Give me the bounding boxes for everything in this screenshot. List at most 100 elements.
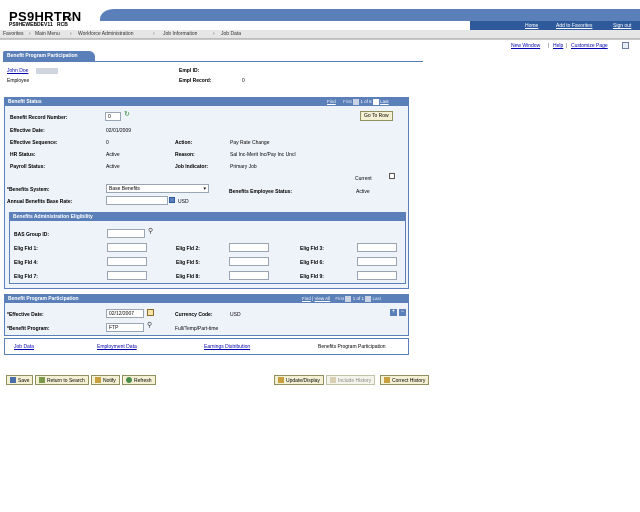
breadcrumb-favorites[interactable]: Favorites <box>3 31 24 37</box>
refresh-icon <box>126 377 132 383</box>
elig-fld-5-input[interactable] <box>229 257 269 266</box>
breadcrumb-job-data[interactable]: Job Data <box>221 31 241 37</box>
last-label: Last <box>372 296 382 302</box>
elig-fld-9-label: Elig Fld 9: <box>300 274 324 280</box>
bas-group-id-label: BAS Group ID: <box>14 232 49 238</box>
last-link[interactable]: Last <box>380 99 389 104</box>
currency-value: USD <box>178 199 189 205</box>
return-icon <box>39 377 45 383</box>
effective-sequence-value: 0 <box>106 140 109 146</box>
elig-fld-1-label: Elig Fld 1: <box>14 246 38 252</box>
save-icon <box>10 377 16 383</box>
link-separator: | <box>566 43 568 49</box>
header-divider <box>0 39 640 40</box>
next-row-icon[interactable] <box>372 99 379 105</box>
job-indicator-label: Job Indicator: <box>175 164 209 170</box>
benefits-employee-status-label: Benefits Employee Status: <box>229 189 293 195</box>
current-checkbox[interactable] <box>389 173 395 179</box>
add-row-icon[interactable]: + <box>390 309 397 316</box>
help-link[interactable]: Help <box>553 43 563 49</box>
current-label: Current <box>355 176 372 182</box>
prev-row-icon <box>345 296 352 302</box>
effective-sequence-label: Effective Sequence: <box>10 140 58 146</box>
elig-fld-2-input[interactable] <box>229 243 269 252</box>
go-to-row-button[interactable]: Go To Row <box>360 111 393 121</box>
header-stripe <box>100 9 640 21</box>
add-to-favorites-link[interactable]: Add to Favorites <box>556 23 592 29</box>
delete-row-icon[interactable]: − <box>399 309 406 316</box>
include-history-icon <box>330 377 336 383</box>
elig-fld-4-input[interactable] <box>107 257 147 266</box>
notify-button[interactable]: Notify <box>91 375 120 385</box>
search-icon[interactable]: ⚲ <box>147 322 152 329</box>
benefits-system-select[interactable]: Base Benefits ▾ <box>106 184 209 193</box>
empl-record-value: 0 <box>242 78 245 84</box>
elig-fld-9-input[interactable] <box>357 271 397 280</box>
find-link[interactable]: Find <box>302 296 311 301</box>
link-separator: | <box>548 43 550 49</box>
include-history-button[interactable]: Include History <box>326 375 376 385</box>
sign-out-link[interactable]: Sign out <box>613 23 631 29</box>
next-row-icon <box>365 296 372 302</box>
benefits-system-value: Base Benefits <box>109 186 140 192</box>
elig-fld-3-label: Elig Fld 3: <box>300 246 324 252</box>
benefit-program-input[interactable]: FTP <box>106 323 144 332</box>
benefit-program-description: Full/Temp/Part-time <box>175 326 219 332</box>
elig-fld-1-input[interactable] <box>107 243 147 252</box>
correct-history-button[interactable]: Correct History <box>380 375 430 385</box>
eligibility-group: Benefits Administration Eligibility BAS … <box>9 212 406 284</box>
action-value: Pay Rate Change <box>230 140 270 146</box>
breadcrumb-job-information[interactable]: Job Information <box>163 31 197 37</box>
reason-value: Sal Inc-Merit Inc/Pay Inc Uncl <box>230 152 296 158</box>
benefit-record-input[interactable]: 0 <box>105 112 121 121</box>
app-header: PS9HRTRN 8.50 PS9HEWEBDEV11 RCB Home Add… <box>0 0 640 30</box>
hr-status-label: HR Status: <box>10 152 36 158</box>
refresh-icon[interactable]: ↻ <box>124 111 130 118</box>
elig-fld-3-input[interactable] <box>357 243 397 252</box>
employee-name-link[interactable]: John Doe <box>7 68 28 74</box>
search-icon[interactable]: ⚲ <box>148 228 153 235</box>
benefits-employee-status-value: Active <box>356 189 370 195</box>
grid-icon[interactable] <box>622 42 629 49</box>
subtab-job-data[interactable]: Job Data <box>14 344 34 350</box>
benefit-status-nav: Find First 1 of 6 Last <box>327 99 389 105</box>
breadcrumb-workforce-admin[interactable]: Workforce Administration <box>78 31 133 37</box>
calendar-icon[interactable] <box>147 309 154 316</box>
return-to-search-button[interactable]: Return to Search <box>35 375 89 385</box>
eligibility-title: Benefits Administration Eligibility <box>13 214 93 220</box>
refresh-button[interactable]: Refresh <box>122 375 156 385</box>
redacted-name <box>36 68 58 74</box>
save-button[interactable]: Save <box>6 375 34 385</box>
home-link[interactable]: Home <box>525 23 538 29</box>
elig-fld-7-label: Elig Fld 7: <box>14 274 38 280</box>
bas-group-id-input[interactable] <box>107 229 145 238</box>
view-all-link[interactable]: View All <box>314 296 330 301</box>
new-window-link[interactable]: New Window <box>511 43 540 49</box>
benefit-status-title: Benefit Status <box>8 99 42 105</box>
program-participation-group: Benefit Program Participation Find | Vie… <box>4 294 409 336</box>
user-id: RCB <box>57 22 68 28</box>
annual-base-rate-input[interactable] <box>106 196 168 205</box>
breadcrumb-separator: › <box>70 31 72 37</box>
customize-page-link[interactable]: Customize Page <box>571 43 608 49</box>
action-label: Action: <box>175 140 193 146</box>
elig-fld-6-input[interactable] <box>357 257 397 266</box>
app-version: 8.50 <box>64 16 72 21</box>
breadcrumb-main-menu[interactable]: Main Menu <box>35 31 60 37</box>
subtab-earnings-distribution[interactable]: Earnings Distribution <box>204 344 250 350</box>
update-display-icon <box>278 377 284 383</box>
find-link[interactable]: Find <box>327 99 336 104</box>
elig-fld-7-input[interactable] <box>107 271 147 280</box>
program-effective-date-input[interactable]: 02/12/2007 <box>106 309 144 318</box>
update-display-button[interactable]: Update/Display <box>274 375 324 385</box>
benefit-program-label: *Benefit Program: <box>7 326 50 332</box>
tab-benefit-program-participation[interactable]: Benefit Program Participation <box>3 51 95 61</box>
breadcrumb-separator: › <box>213 31 215 37</box>
elig-fld-5-label: Elig Fld 5: <box>176 260 200 266</box>
subtab-employment-data[interactable]: Employment Data <box>97 344 137 350</box>
empl-id-label: Empl ID: <box>179 68 200 74</box>
currency-lookup-icon[interactable] <box>169 197 175 203</box>
elig-fld-8-input[interactable] <box>229 271 269 280</box>
effective-date-value: 02/01/2009 <box>106 128 132 134</box>
benefit-record-label: Benefit Record Number: <box>10 115 68 121</box>
